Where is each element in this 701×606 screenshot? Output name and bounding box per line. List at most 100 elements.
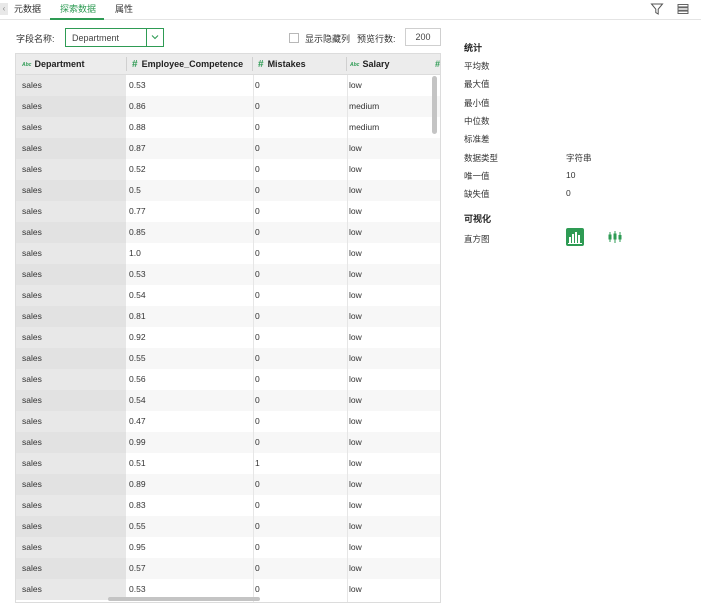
table-row[interactable]: sales0.880medium (16, 117, 441, 138)
cell-salary: medium (349, 96, 429, 117)
cell-salary: low (349, 201, 429, 222)
table-row[interactable]: sales0.540low (16, 390, 441, 411)
cell-department: sales (16, 474, 126, 495)
table-row[interactable]: sales0.530low (16, 264, 441, 285)
histogram-icon[interactable] (566, 228, 584, 246)
column-separator (126, 57, 127, 71)
cell-mistakes: 0 (255, 411, 347, 432)
histogram-label: 直方图 (464, 233, 490, 245)
tab-metadata[interactable]: 元数据 (14, 0, 41, 20)
tab-bar: ‹ 元数据 探索数据 属性 (0, 0, 701, 20)
field-name-label: 字段名称: (16, 32, 55, 45)
cell-mistakes: 0 (255, 243, 347, 264)
cell-department: sales (16, 327, 126, 348)
tabs-scroll-left-icon[interactable]: ‹ (0, 3, 8, 15)
tab-explore-data[interactable]: 探索数据 (60, 0, 96, 20)
field-name-value: Department (72, 33, 119, 43)
data-preview-table: AbcDepartment #Employee_Competence #Mist… (15, 53, 441, 603)
table-row[interactable]: sales0.570low (16, 558, 441, 579)
string-type-icon: Abc (22, 55, 31, 75)
table-row[interactable]: sales1.00low (16, 243, 441, 264)
cell-employee-competence: 0.95 (129, 537, 254, 558)
field-name-select[interactable]: Department (65, 28, 164, 47)
table-row[interactable]: sales0.540low (16, 285, 441, 306)
preview-rows-input[interactable] (405, 28, 441, 46)
tab-properties[interactable]: 属性 (115, 0, 133, 20)
cell-mistakes: 0 (255, 369, 347, 390)
cell-salary: low (349, 285, 429, 306)
cell-department: sales (16, 159, 126, 180)
cell-department: sales (16, 243, 126, 264)
table-row[interactable]: sales0.950low (16, 537, 441, 558)
layers-icon[interactable] (676, 2, 690, 16)
table-row[interactable]: sales0.920low (16, 327, 441, 348)
cell-salary: low (349, 516, 429, 537)
next-column-number-type-icon: # (435, 54, 440, 74)
table-row[interactable]: sales0.520low (16, 159, 441, 180)
number-type-icon: # (258, 55, 264, 75)
cell-salary: low (349, 558, 429, 579)
cell-salary: low (349, 243, 429, 264)
active-tab-indicator (50, 18, 104, 20)
cell-employee-competence: 0.52 (129, 159, 254, 180)
column-header-mistakes[interactable]: #Mistakes (258, 54, 306, 74)
column-separator (252, 57, 253, 71)
column-divider (253, 75, 254, 603)
table-row[interactable]: sales0.890low (16, 474, 441, 495)
cell-mistakes: 0 (255, 222, 347, 243)
cell-department: sales (16, 537, 126, 558)
table-row[interactable]: sales0.511low (16, 453, 441, 474)
table-row[interactable]: sales0.550low (16, 516, 441, 537)
column-header-department[interactable]: AbcDepartment (22, 54, 84, 74)
cell-employee-competence: 0.83 (129, 495, 254, 516)
cell-mistakes: 1 (255, 453, 347, 474)
cell-employee-competence: 0.77 (129, 201, 254, 222)
preview-rows-label: 预览行数: (357, 32, 396, 45)
table-row[interactable]: sales0.870low (16, 138, 441, 159)
stat-label: 最大值 (464, 78, 490, 90)
stat-value: 10 (566, 170, 575, 180)
cell-mistakes: 0 (255, 201, 347, 222)
table-row[interactable]: sales0.560low (16, 369, 441, 390)
cell-department: sales (16, 264, 126, 285)
table-row[interactable]: sales0.830low (16, 495, 441, 516)
column-header-salary[interactable]: AbcSalary (350, 54, 389, 74)
table-row[interactable]: sales0.810low (16, 306, 441, 327)
cell-employee-competence: 0.51 (129, 453, 254, 474)
stat-label: 最小值 (464, 97, 490, 109)
horizontal-scrollbar[interactable] (108, 597, 260, 601)
cell-mistakes: 0 (255, 390, 347, 411)
cell-department: sales (16, 411, 126, 432)
cell-mistakes: 0 (255, 264, 347, 285)
cell-department: sales (16, 453, 126, 474)
cell-employee-competence: 0.55 (129, 348, 254, 369)
table-row[interactable]: sales0.470low (16, 411, 441, 432)
boxplot-icon[interactable] (606, 228, 624, 246)
table-row[interactable]: sales0.50low (16, 180, 441, 201)
cell-employee-competence: 0.47 (129, 411, 254, 432)
table-row[interactable]: sales0.860medium (16, 96, 441, 117)
cell-salary: medium (349, 117, 429, 138)
table-row[interactable]: sales0.550low (16, 348, 441, 369)
cell-mistakes: 0 (255, 537, 347, 558)
cell-employee-competence: 0.89 (129, 474, 254, 495)
cell-department: sales (16, 201, 126, 222)
cell-salary: low (349, 159, 429, 180)
stats-title: 统计 (464, 41, 482, 54)
cell-employee-competence: 0.86 (129, 96, 254, 117)
cell-employee-competence: 0.88 (129, 117, 254, 138)
cell-mistakes: 0 (255, 579, 347, 600)
vertical-scrollbar[interactable] (432, 76, 437, 134)
table-row[interactable]: sales0.990low (16, 432, 441, 453)
column-header-employee-competence[interactable]: #Employee_Competence (132, 54, 243, 74)
table-row[interactable]: sales0.530low (16, 75, 441, 96)
cell-department: sales (16, 432, 126, 453)
table-row[interactable]: sales0.850low (16, 222, 441, 243)
cell-mistakes: 0 (255, 180, 347, 201)
visualization-title: 可视化 (464, 212, 491, 225)
cell-mistakes: 0 (255, 285, 347, 306)
filter-icon[interactable] (650, 2, 664, 16)
show-hidden-columns-checkbox[interactable] (289, 33, 299, 43)
cell-salary: low (349, 348, 429, 369)
table-row[interactable]: sales0.770low (16, 201, 441, 222)
